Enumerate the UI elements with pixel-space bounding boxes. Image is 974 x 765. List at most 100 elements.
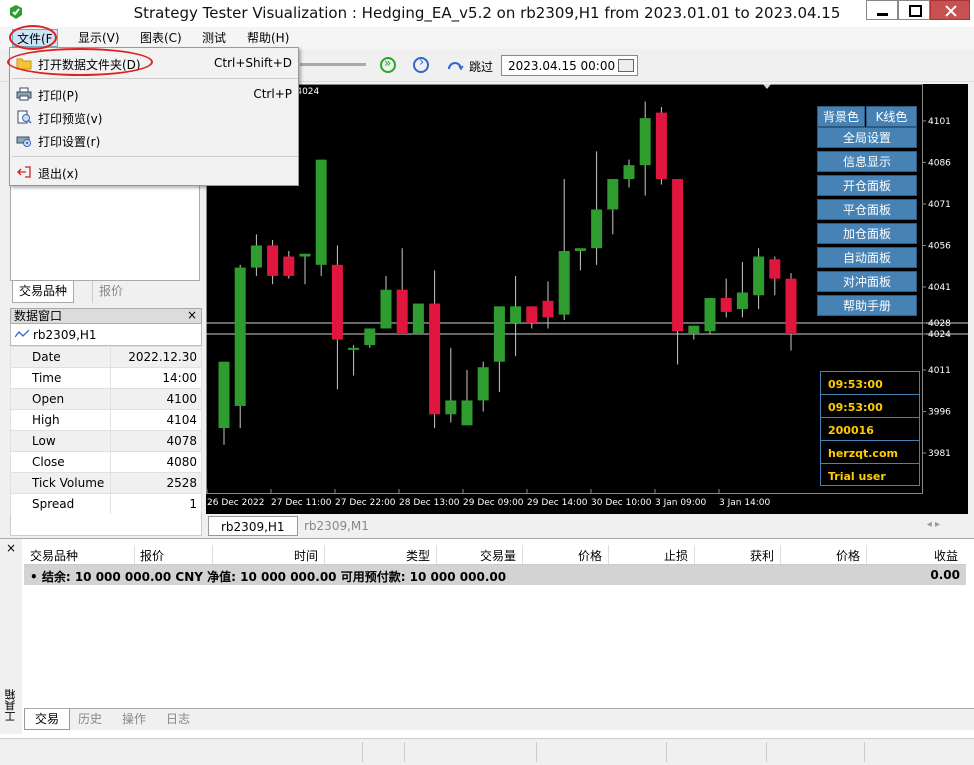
col-take-profit[interactable]: 获利 — [750, 547, 774, 564]
candle-body — [753, 256, 765, 296]
col-divider — [134, 545, 135, 564]
menu-help[interactable]: 帮助(H) — [243, 29, 293, 47]
window-title: Strategy Tester Visualization : Hedging_… — [133, 4, 841, 22]
menu-exit-label: 退出(x) — [38, 167, 79, 181]
menu-test[interactable]: 测试 — [198, 29, 230, 47]
balance-summary-row[interactable]: • 结余: 10 000 000.00 CNY 净值: 10 000 000.0… — [24, 565, 966, 585]
candle-body — [526, 306, 538, 323]
skip-label[interactable]: 跳过 — [469, 58, 493, 75]
minimize-button[interactable] — [866, 0, 898, 20]
balance-profit: 0.00 — [930, 568, 960, 582]
candle-body — [429, 303, 441, 415]
price-label: 4086 — [928, 158, 951, 168]
data-window-key: Spread — [10, 493, 111, 515]
calendar-icon[interactable] — [618, 59, 634, 72]
menu-separator — [12, 156, 298, 157]
tab-scroll-arrows-icon[interactable]: ◂ ▸ — [927, 519, 940, 530]
candle-body — [348, 347, 360, 350]
data-window-key: Low — [10, 430, 111, 452]
menu-file[interactable]: 文件(F — [12, 29, 58, 47]
toolbox-side-tab: × 工具箱 — [0, 539, 22, 734]
help-manual-button[interactable]: 帮助手册 — [817, 295, 917, 316]
col-divider — [780, 545, 781, 564]
auto-panel-button[interactable]: 自动面板 — [817, 247, 917, 268]
menu-print-setup[interactable]: 打印设置(r) — [10, 129, 298, 151]
col-price[interactable]: 价格 — [578, 547, 602, 564]
maximize-button[interactable] — [898, 0, 930, 20]
global-settings-button[interactable]: 全局设置 — [817, 127, 917, 148]
data-window-close-icon[interactable]: × — [187, 308, 197, 322]
col-time[interactable]: 时间 — [294, 547, 318, 564]
col-profit[interactable]: 收益 — [934, 547, 958, 564]
data-window-key: High — [10, 409, 111, 431]
candle-body — [412, 303, 424, 335]
menu-exit[interactable]: 退出(x) — [10, 161, 298, 183]
data-window-key: Tick Volume — [10, 472, 111, 494]
menu-print[interactable]: 打印(P) Ctrl+P — [10, 83, 298, 105]
status-divider — [362, 742, 363, 762]
menu-charts[interactable]: 图表(C) — [136, 29, 186, 47]
data-window-value: 2528 — [110, 472, 202, 494]
col-symbol[interactable]: 交易品种 — [30, 547, 78, 564]
candle-body — [591, 209, 603, 249]
tab-operations[interactable]: 操作 — [112, 709, 156, 730]
file-menu-dropdown: 打开数据文件夹(D) Ctrl+Shift+D 打印(P) Ctrl+P 打印预… — [9, 47, 299, 186]
col-quote[interactable]: 报价 — [140, 547, 164, 564]
market-watch-tabs: 交易品种 报价 — [10, 280, 200, 303]
tab-history[interactable]: 历史 — [68, 709, 112, 730]
info-website: herzqt.com — [828, 447, 898, 460]
candle-body — [542, 300, 554, 318]
close-window-button[interactable] — [930, 0, 970, 20]
speed-slider[interactable] — [300, 63, 366, 66]
data-window-row: Time 14:00 — [10, 367, 202, 389]
menu-print-label: 打印(P) — [38, 89, 79, 103]
hedge-panel-button[interactable]: 对冲面板 — [817, 271, 917, 292]
data-window-value: 4080 — [110, 451, 202, 473]
info-divider — [821, 440, 919, 441]
menu-open-data-folder[interactable]: 打开数据文件夹(D) Ctrl+Shift+D — [10, 52, 298, 74]
col-price-2[interactable]: 价格 — [836, 547, 860, 564]
info-divider — [821, 417, 919, 418]
info-display-button[interactable]: 信息显示 — [817, 151, 917, 172]
fast-forward-icon[interactable] — [380, 56, 396, 73]
price-label: 4024 — [928, 330, 951, 340]
price-label: 4028 — [928, 319, 951, 329]
tab-journal[interactable]: 日志 — [156, 709, 200, 730]
skip-icon[interactable] — [446, 57, 464, 73]
candle-body — [396, 289, 408, 335]
data-window-row: Tick Volume 2528 — [10, 472, 202, 494]
candle-body — [234, 267, 246, 406]
data-window-symbol: rb2309,H1 — [10, 324, 202, 346]
time-label: 3 Jan 09:00 — [655, 498, 707, 508]
toolbox-close-icon[interactable]: × — [6, 541, 16, 555]
tab-quotes[interactable]: 报价 — [92, 281, 129, 303]
price-chart[interactable]: 4101 4086 4071 4056 4041 4028 4024 4011 3996 3981… — [206, 84, 968, 514]
candle-body — [299, 253, 311, 257]
add-panel-button[interactable]: 加仓面板 — [817, 223, 917, 244]
line-chart-icon — [15, 329, 29, 338]
info-divider — [821, 394, 919, 395]
price-label: 3981 — [928, 449, 951, 459]
tab-trade[interactable]: 交易 — [24, 709, 71, 730]
status-divider — [864, 742, 865, 762]
menu-print-preview[interactable]: 打印预览(v) — [10, 106, 298, 128]
menu-view[interactable]: 显示(V) — [74, 29, 124, 47]
col-type[interactable]: 类型 — [406, 547, 430, 564]
candle-color-button[interactable]: K线色 — [866, 106, 917, 127]
col-stop-loss[interactable]: 止损 — [664, 547, 688, 564]
open-panel-button[interactable]: 开仓面板 — [817, 175, 917, 196]
data-window-row: High 4104 — [10, 409, 202, 431]
data-window-key: Date — [10, 346, 111, 368]
step-forward-icon[interactable] — [413, 55, 429, 73]
tab-symbols[interactable]: 交易品种 — [12, 281, 75, 303]
time-label: 30 Dec 10:00 — [591, 498, 652, 508]
data-window-row: Open 4100 — [10, 388, 202, 410]
status-divider — [766, 742, 767, 762]
bg-color-button[interactable]: 背景色 — [817, 106, 865, 127]
close-panel-button[interactable]: 平仓面板 — [817, 199, 917, 220]
tab-chart-m1[interactable]: rb2309,M1 — [292, 516, 381, 536]
col-volume[interactable]: 交易量 — [480, 547, 516, 564]
skip-date-picker[interactable]: 2023.04.15 00:00 — [501, 55, 638, 76]
tab-chart-h1[interactable]: rb2309,H1 — [208, 516, 298, 536]
candle-body — [688, 325, 700, 335]
